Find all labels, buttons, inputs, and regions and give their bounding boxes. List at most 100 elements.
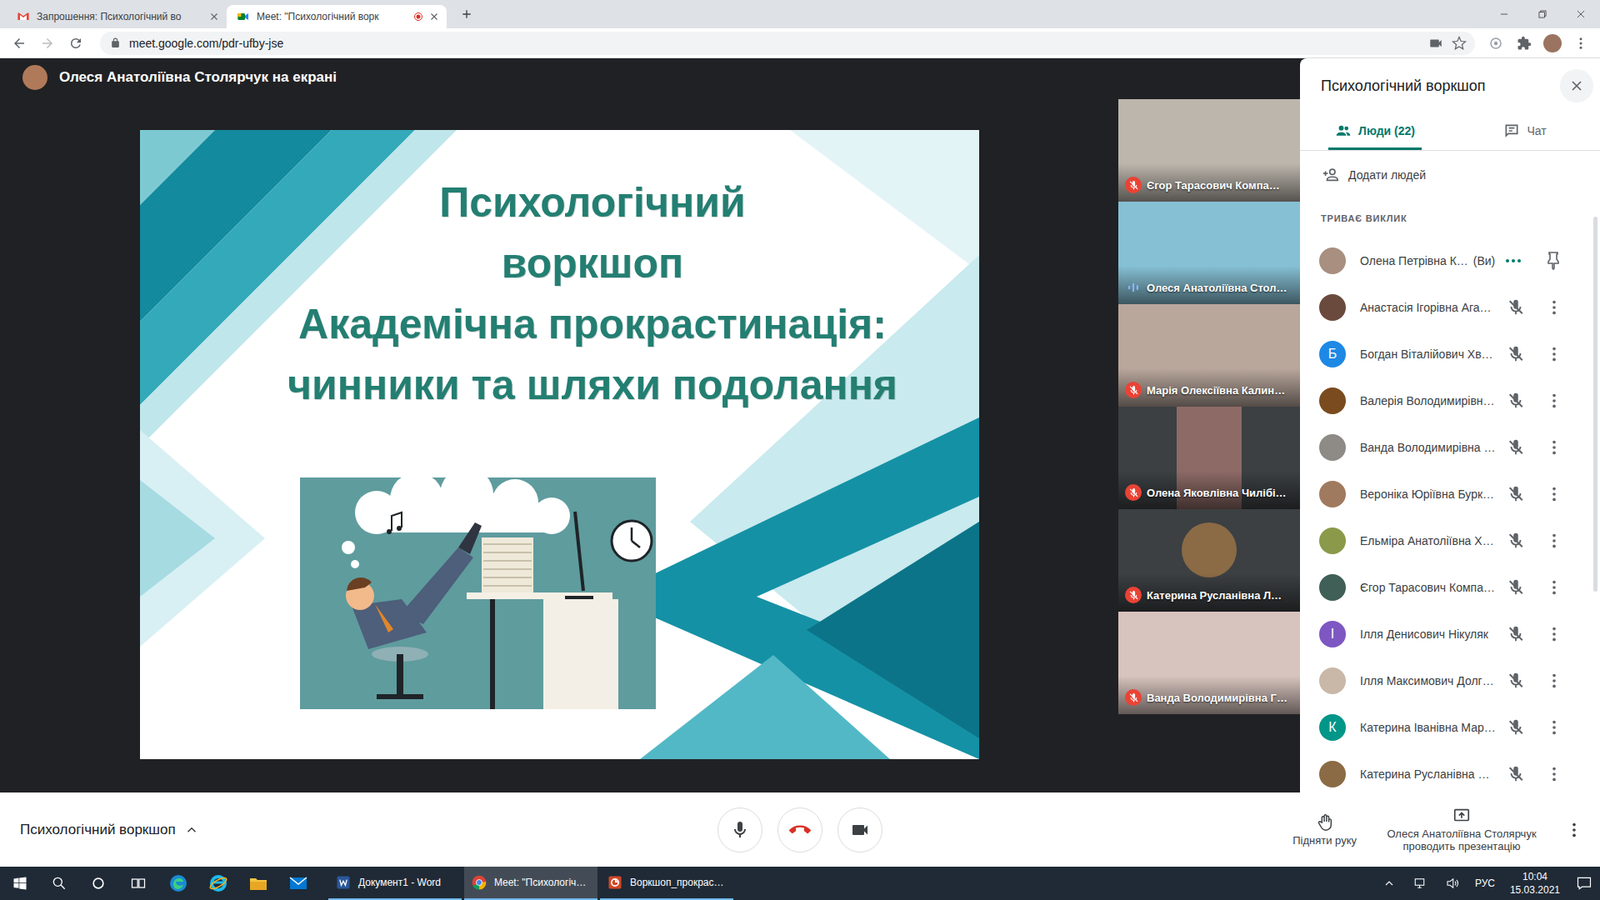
clock[interactable]: 10:0415.03.2021 <box>1505 870 1565 897</box>
more-vert-icon[interactable] <box>1545 391 1564 410</box>
participant-tile[interactable]: Марія Олексіївна Калин… <box>1118 304 1300 407</box>
close-tab-icon[interactable] <box>208 10 220 23</box>
close-panel-button[interactable] <box>1560 69 1594 103</box>
participant-row[interactable]: Олена Петрівна К…(Ви) <box>1300 237 1600 285</box>
participant-row[interactable]: Єгор Тарасович Компа… <box>1300 564 1600 611</box>
mic-off-icon[interactable] <box>1506 578 1525 597</box>
meeting-title[interactable]: Психологічний воркшоп <box>20 821 176 839</box>
more-options-button[interactable] <box>1561 817 1587 843</box>
network-button[interactable] <box>1408 870 1434 896</box>
participant-row[interactable]: Катерина Русланівна … <box>1300 750 1600 793</box>
start-button[interactable] <box>0 866 40 900</box>
more-vert-icon[interactable] <box>1545 438 1564 457</box>
camera-button[interactable] <box>837 807 883 853</box>
participant-tile[interactable]: Єгор Тарасович Компа… <box>1118 99 1300 202</box>
participant-tile[interactable]: Олеся Анатоліївна Стол… <box>1118 201 1300 305</box>
url-text[interactable]: meet.google.com/pdr-ufby-jse <box>129 36 1420 50</box>
mic-off-icon[interactable] <box>1506 438 1525 457</box>
presenting-label[interactable]: Олеся Анатоліївна Столярчук проводить пр… <box>1376 827 1547 853</box>
extensions-button[interactable] <box>1511 30 1537 56</box>
participant-row[interactable]: ББогдан Віталійович Хв… <box>1300 330 1600 378</box>
mic-off-icon[interactable] <box>1506 298 1525 317</box>
panel-tab-label[interactable]: Люди (22) <box>1358 124 1415 138</box>
mic-off-icon[interactable] <box>1506 765 1525 784</box>
raise-hand-button[interactable]: Підняти руку <box>1287 813 1362 847</box>
mic-off-icon[interactable] <box>1506 625 1525 644</box>
more-vert-icon[interactable] <box>1545 345 1564 364</box>
back-button[interactable] <box>6 30 32 56</box>
mic-off-icon[interactable] <box>1506 671 1525 690</box>
internet-explorer-button[interactable] <box>198 866 239 900</box>
extension-button[interactable] <box>1483 30 1509 56</box>
taskbar-app[interactable]: Документ1 - Word <box>328 866 462 900</box>
taskbar-app-label[interactable]: Meet: "Психологіч… <box>494 876 586 889</box>
present-button[interactable]: Олеся Анатоліївна Столярчук проводить пр… <box>1376 806 1547 853</box>
participant-row[interactable]: Вероніка Юріївна Бурк… <box>1300 470 1600 518</box>
participant-tile[interactable]: Олена Яковлівна Чилібі… <box>1118 406 1300 510</box>
tab-title[interactable]: Meet: "Психологічний ворк <box>256 10 407 23</box>
url-field[interactable]: meet.google.com/pdr-ufby-jse <box>100 31 1475 55</box>
scrollbar[interactable] <box>1593 216 1598 592</box>
browser-tab[interactable]: Meet: "Психологічний ворк <box>226 5 447 29</box>
new-tab-button[interactable] <box>455 2 479 26</box>
volume-button[interactable] <box>1440 870 1465 896</box>
more-vert-icon[interactable] <box>1545 718 1564 737</box>
more-vert-icon[interactable] <box>1545 671 1564 690</box>
taskbar-app-label[interactable]: Воркшоп_прокрас… <box>630 876 725 889</box>
mic-button[interactable] <box>717 807 763 853</box>
panel-tab[interactable]: Люди (22) <box>1300 113 1450 150</box>
forward-button[interactable] <box>35 30 60 56</box>
menu-button[interactable] <box>1568 30 1594 56</box>
star-icon[interactable] <box>1451 35 1467 51</box>
mic-off-icon[interactable] <box>1506 531 1525 550</box>
add-people-label[interactable]: Додати людей <box>1348 168 1426 182</box>
meeting-details-button[interactable]: Психологічний воркшоп <box>0 821 718 839</box>
taskbar-app[interactable]: Meet: "Психологіч… <box>464 866 598 900</box>
taskbar-app[interactable]: Воркшоп_прокрас… <box>600 866 734 900</box>
close-tab-icon[interactable] <box>428 10 440 23</box>
panel-tab-label[interactable]: Чат <box>1526 124 1546 138</box>
hang-up-button[interactable] <box>777 807 823 853</box>
raise-hand-label[interactable]: Підняти руку <box>1292 834 1357 847</box>
camera-icon[interactable] <box>1428 35 1444 51</box>
more-vert-icon[interactable] <box>1545 485 1564 504</box>
input-language[interactable]: РУС <box>1471 877 1499 890</box>
participant-row[interactable]: ККатерина Іванівна Мар… <box>1300 704 1600 751</box>
mic-off-icon[interactable] <box>1506 391 1525 410</box>
edge-button[interactable] <box>158 866 199 900</box>
pin-icon[interactable] <box>1543 250 1564 271</box>
more-vert-icon[interactable] <box>1545 765 1564 784</box>
participant-row[interactable]: Валерія Володимирівн… <box>1300 377 1600 425</box>
participant-row[interactable]: Ілля Максимович Долг… <box>1300 657 1600 705</box>
tab-title[interactable]: Запрошення: Психологічний во <box>36 10 202 23</box>
more-vert-icon[interactable] <box>1545 625 1564 644</box>
more-vert-icon[interactable] <box>1545 578 1564 597</box>
participant-row[interactable]: Ванда Володимирівна … <box>1300 424 1600 471</box>
notifications-button[interactable] <box>1571 870 1597 896</box>
browser-tab[interactable]: Запрошення: Психологічний во <box>6 5 227 29</box>
minimize-button[interactable] <box>1485 0 1524 29</box>
panel-tab[interactable]: Чат <box>1450 113 1600 150</box>
hidden-icons-button[interactable] <box>1376 870 1402 896</box>
profile-button[interactable] <box>1540 30 1565 56</box>
search-button[interactable] <box>40 866 79 900</box>
more-horiz-icon[interactable] <box>1503 250 1524 271</box>
participant-tile[interactable]: Катерина Русланівна Л… <box>1118 509 1300 612</box>
file-explorer-button[interactable] <box>238 866 279 900</box>
mail-button[interactable] <box>278 866 319 900</box>
participant-row[interactable]: Ельміра Анатоліївна Х… <box>1300 517 1600 565</box>
cortana-button[interactable] <box>78 866 119 900</box>
mic-off-icon[interactable] <box>1506 485 1525 504</box>
participant-tile[interactable]: Ванда Володимирівна Г… <box>1118 611 1300 715</box>
more-vert-icon[interactable] <box>1545 531 1564 550</box>
restore-button[interactable] <box>1523 0 1562 29</box>
reload-button[interactable] <box>63 30 89 56</box>
participant-row[interactable]: Анастасія Ігорівна Ага… <box>1300 284 1600 331</box>
mic-off-icon[interactable] <box>1506 718 1525 737</box>
add-people-button[interactable]: Додати людей <box>1300 150 1600 200</box>
more-vert-icon[interactable] <box>1545 298 1564 317</box>
taskbar-app-label[interactable]: Документ1 - Word <box>358 876 441 889</box>
close-window-button[interactable] <box>1561 0 1600 29</box>
mic-off-icon[interactable] <box>1506 345 1525 364</box>
participant-row[interactable]: ІІлля Денисович Нікуляк <box>1300 610 1600 658</box>
